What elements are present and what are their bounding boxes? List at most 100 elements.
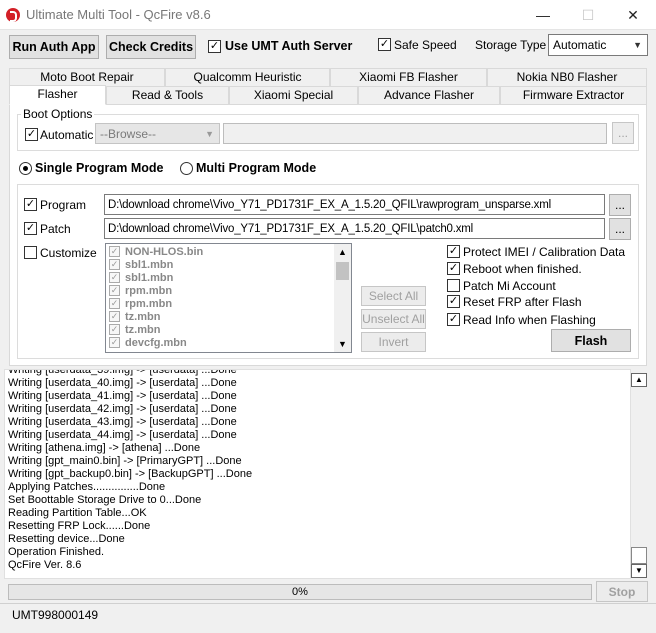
chevron-down-icon: ▼	[633, 40, 642, 50]
tab-flasher[interactable]: Flasher	[9, 85, 106, 105]
app-logo-icon	[6, 8, 20, 22]
boot-file-select[interactable]: --Browse-- ▼	[95, 123, 220, 144]
log-line: Writing [userdata_44.img] -> [userdata] …	[8, 429, 237, 441]
tab-nokia-nb0-flasher[interactable]: Nokia NB0 Flasher	[487, 68, 647, 86]
list-item[interactable]: ✓ tz.mbn	[106, 323, 334, 336]
program-label: Program	[40, 198, 87, 212]
select-all-button[interactable]: Select All	[361, 286, 426, 306]
log-line: QcFire Ver. 8.6	[8, 559, 82, 571]
list-item-checkbox[interactable]: ✓	[109, 259, 120, 270]
single-program-mode-radio[interactable]	[19, 162, 32, 175]
list-item[interactable]: ✓ sbl1.mbn	[106, 271, 334, 284]
customize-checkbox[interactable]	[24, 246, 37, 259]
list-item-checkbox[interactable]: ✓	[109, 285, 120, 296]
safe-speed-checkbox[interactable]: ✓	[378, 38, 391, 51]
list-item-checkbox[interactable]: ✓	[109, 246, 120, 257]
boot-file-placeholder: --Browse--	[100, 126, 156, 141]
list-item[interactable]: ✓ devcfg.mbn	[106, 336, 334, 349]
chevron-down-icon[interactable]: ▼	[334, 336, 351, 352]
unselect-all-button[interactable]: Unselect All	[361, 309, 426, 329]
list-item[interactable]: ✓ sbl1.mbn	[106, 258, 334, 271]
log-lines: Writing [userdata_39.img] -> [userdata] …	[8, 370, 253, 572]
tab-firmware-extractor[interactable]: Firmware Extractor	[500, 86, 647, 104]
log-line: Set Boottable Storage Drive to 0...Done	[8, 494, 202, 506]
use-umt-auth-checkbox[interactable]: ✓	[208, 40, 221, 53]
chevron-down-icon[interactable]: ▼	[631, 564, 647, 578]
list-item-checkbox[interactable]: ✓	[109, 337, 120, 348]
log-line: Writing [userdata_41.img] -> [userdata] …	[8, 390, 237, 402]
chevron-down-icon: ▼	[205, 128, 214, 139]
program-path-input[interactable]: D:\download chrome\Vivo_Y71_PD1731F_EX_A…	[104, 194, 605, 215]
list-item-label: sbl1.mbn	[125, 258, 174, 271]
scrollbar-thumb[interactable]	[631, 547, 647, 564]
tab-xiaomi-special[interactable]: Xiaomi Special	[229, 86, 358, 104]
log-line: Writing [userdata_43.img] -> [userdata] …	[8, 416, 237, 428]
customize-label: Customize	[40, 246, 97, 260]
log-line: Reading Partition Table...OK	[8, 507, 147, 519]
patch-path-input[interactable]: D:\download chrome\Vivo_Y71_PD1731F_EX_A…	[104, 218, 605, 239]
log-scrollbar[interactable]: ▲ ▼	[631, 369, 649, 579]
partition-list[interactable]: ✓ NON-HLOS.bin ✓ sbl1.mbn ✓ sbl1.mbn ✓ rpm.m…	[105, 243, 352, 353]
patch-mi-account-label: Patch Mi Account	[463, 279, 556, 293]
log-line: Resetting device...Done	[8, 533, 125, 545]
log-line: Writing [userdata_42.img] -> [userdata] …	[8, 403, 237, 415]
reboot-checkbox[interactable]: ✓	[447, 262, 460, 275]
reset-frp-label: Reset FRP after Flash	[463, 295, 582, 309]
chevron-up-icon[interactable]: ▲	[334, 244, 351, 260]
run-auth-app-button[interactable]: Run Auth App	[9, 35, 99, 59]
list-item[interactable]: ✓ rpm.mbn	[106, 284, 334, 297]
log-line: Resetting FRP Lock......Done	[8, 520, 151, 532]
boot-browse-button[interactable]: ...	[612, 122, 634, 144]
log-line: Applying Patches...............Done	[8, 481, 166, 493]
partition-list-scrollbar[interactable]: ▲ ▼	[334, 244, 351, 352]
maximize-button[interactable]: ☐	[565, 0, 611, 30]
program-checkbox[interactable]: ✓	[24, 198, 37, 211]
safe-speed-label: Safe Speed	[394, 38, 457, 52]
tab-qualcomm-heuristic[interactable]: Qualcomm Heuristic	[165, 68, 330, 86]
list-item-label: rpm.mbn	[125, 297, 173, 310]
minimize-button[interactable]: —	[520, 0, 566, 30]
chevron-up-icon[interactable]: ▲	[631, 373, 647, 387]
automatic-checkbox[interactable]: ✓	[25, 128, 38, 141]
tab-read-tools[interactable]: Read & Tools	[106, 86, 229, 104]
multi-program-mode-label: Multi Program Mode	[196, 161, 317, 175]
storage-type-select[interactable]: Automatic ▼	[548, 34, 648, 56]
storage-type-label: Storage Type	[475, 38, 547, 52]
list-item-checkbox[interactable]: ✓	[109, 298, 120, 309]
invert-button[interactable]: Invert	[361, 332, 426, 352]
tab-moto-boot-repair[interactable]: Moto Boot Repair	[9, 68, 165, 86]
window-title: Ultimate Multi Tool - QcFire v8.6	[26, 7, 211, 22]
protect-imei-checkbox[interactable]: ✓	[447, 245, 460, 258]
use-umt-auth-label: Use UMT Auth Server	[225, 39, 353, 53]
list-item[interactable]: ✓ rpm.mbn	[106, 297, 334, 310]
patch-mi-account-checkbox[interactable]	[447, 279, 460, 292]
boot-file-path-input[interactable]	[223, 123, 607, 144]
log-line: Writing [gpt_backup0.bin] -> [BackupGPT]…	[8, 468, 253, 480]
protect-imei-label: Protect IMEI / Calibration Data	[463, 245, 626, 259]
check-credits-button[interactable]: Check Credits	[106, 35, 196, 59]
patch-checkbox[interactable]: ✓	[24, 222, 37, 235]
list-item[interactable]: ✓ NON-HLOS.bin	[106, 245, 334, 258]
list-item[interactable]: ✓ tz.mbn	[106, 310, 334, 323]
list-item-label: sbl1.mbn	[125, 271, 174, 284]
list-item-checkbox[interactable]: ✓	[109, 311, 120, 322]
list-item-checkbox[interactable]: ✓	[109, 272, 120, 283]
patch-browse-button[interactable]: ...	[609, 218, 631, 240]
list-item-checkbox[interactable]: ✓	[109, 324, 120, 335]
status-bar	[0, 603, 656, 633]
log-line: Writing [gpt_main0.bin] -> [PrimaryGPT] …	[8, 455, 242, 467]
log-output[interactable]: Writing [userdata_39.img] -> [userdata] …	[4, 369, 631, 579]
stop-button[interactable]: Stop	[596, 581, 648, 602]
close-button[interactable]: ✕	[610, 0, 656, 30]
list-item-label: tz.mbn	[125, 310, 161, 323]
list-item-label: rpm.mbn	[125, 284, 173, 297]
read-info-checkbox[interactable]: ✓	[447, 313, 460, 326]
tab-advance-flasher[interactable]: Advance Flasher	[358, 86, 500, 104]
tab-xiaomi-fb-flasher[interactable]: Xiaomi FB Flasher	[330, 68, 487, 86]
program-browse-button[interactable]: ...	[609, 194, 631, 216]
scrollbar-thumb[interactable]	[336, 262, 349, 280]
multi-program-mode-radio[interactable]	[180, 162, 193, 175]
list-item-label: devcfg.mbn	[125, 336, 187, 349]
flash-button[interactable]: Flash	[551, 329, 631, 352]
reset-frp-checkbox[interactable]: ✓	[447, 295, 460, 308]
